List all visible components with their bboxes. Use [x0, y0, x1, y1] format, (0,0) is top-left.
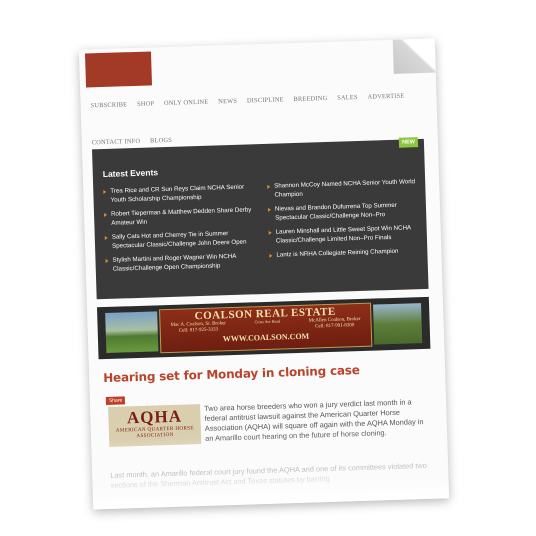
nav-sales[interactable]: SALES: [337, 83, 358, 114]
aqha-logo-subtext: AMERICAN QUARTER HORSE ASSOCIATION: [115, 425, 194, 440]
nav-only-online[interactable]: ONLY ONLINE: [164, 88, 209, 119]
article-paragraph-2: Last month, an Amarillo federal court ju…: [110, 460, 427, 490]
article-headline[interactable]: Hearing set for Monday in cloning case: [103, 361, 423, 385]
broker-right: McAllen Coalson, Broker Cell: 817-991-83…: [309, 317, 361, 331]
event-link[interactable]: Stylish Martini and Roger Wagner Win NCH…: [105, 251, 255, 274]
ad-panel: COALSON REAL ESTATE Mac A. Coalson, Sr. …: [159, 302, 373, 354]
event-link[interactable]: Lantz is NRHA Collegiate Reining Champio…: [269, 246, 419, 260]
new-badge: NEW: [398, 137, 419, 148]
latest-events-title: Latest Events: [102, 167, 159, 180]
nav-advertise[interactable]: ADVERTISE: [367, 82, 405, 113]
share-button[interactable]: Share: [105, 396, 126, 406]
nav-blogs[interactable]: BLOGS: [150, 137, 172, 145]
event-link[interactable]: Sally Cats Hot and Cherrey Tie in Summer…: [105, 228, 255, 251]
event-link[interactable]: Lauren Minshall and Little Sweet Spot Wi…: [269, 223, 419, 246]
ranch-photo-left: [105, 311, 159, 353]
broker-left: Mac A. Coalson, Sr. Broker Cell: 817-925…: [170, 321, 226, 335]
page-sheet: SUBSCRIBE SHOP ONLY ONLINE NEWS DISCIPLI…: [78, 38, 450, 510]
event-link[interactable]: Trea Rice and CR Sun Reys Claim NCHA Sen…: [103, 182, 253, 205]
main-nav: SUBSCRIBE SHOP ONLY ONLINE NEWS DISCIPLI…: [90, 81, 422, 147]
nav-shop[interactable]: SHOP: [137, 89, 155, 120]
nav-discipline[interactable]: DISCIPLINE: [246, 85, 284, 116]
event-link[interactable]: Shannon McCoy Named NCHA Senior Youth Wo…: [267, 177, 417, 200]
latest-events-panel: NEW Latest Events Trea Rice and CR Sun R…: [91, 137, 429, 300]
ad-middle-text: Cross Are Road: [254, 318, 281, 325]
events-column-left: Trea Rice and CR Sun Reys Claim NCHA Sen…: [103, 182, 256, 279]
article-paragraph-1: Two area horse breeders who won a jury v…: [204, 397, 424, 443]
event-link[interactable]: Robert Tieperman & Matthew Dedden Share …: [104, 205, 254, 228]
events-column-right: Shannon McCoy Named NCHA Senior Youth Wo…: [267, 177, 420, 265]
coalson-ad-banner[interactable]: COALSON REAL ESTATE Mac A. Coalson, Sr. …: [96, 296, 431, 360]
page-curl: [392, 38, 440, 74]
aqha-logo: AQHA AMERICAN QUARTER HORSE ASSOCIATION: [108, 404, 202, 447]
site-logo[interactable]: [84, 51, 153, 88]
nav-row-1: SUBSCRIBE SHOP ONLY ONLINE NEWS DISCIPLI…: [90, 81, 421, 121]
nav-contact-info[interactable]: CONTACT INFO: [92, 138, 141, 147]
event-link[interactable]: Nievas and Brandon Dufurrena Top Summer …: [268, 200, 418, 223]
nav-news[interactable]: NEWS: [218, 87, 238, 118]
nav-breeding[interactable]: BREEDING: [293, 84, 328, 115]
ranch-photo-right: [373, 303, 423, 345]
nav-subscribe[interactable]: SUBSCRIBE: [90, 90, 128, 121]
